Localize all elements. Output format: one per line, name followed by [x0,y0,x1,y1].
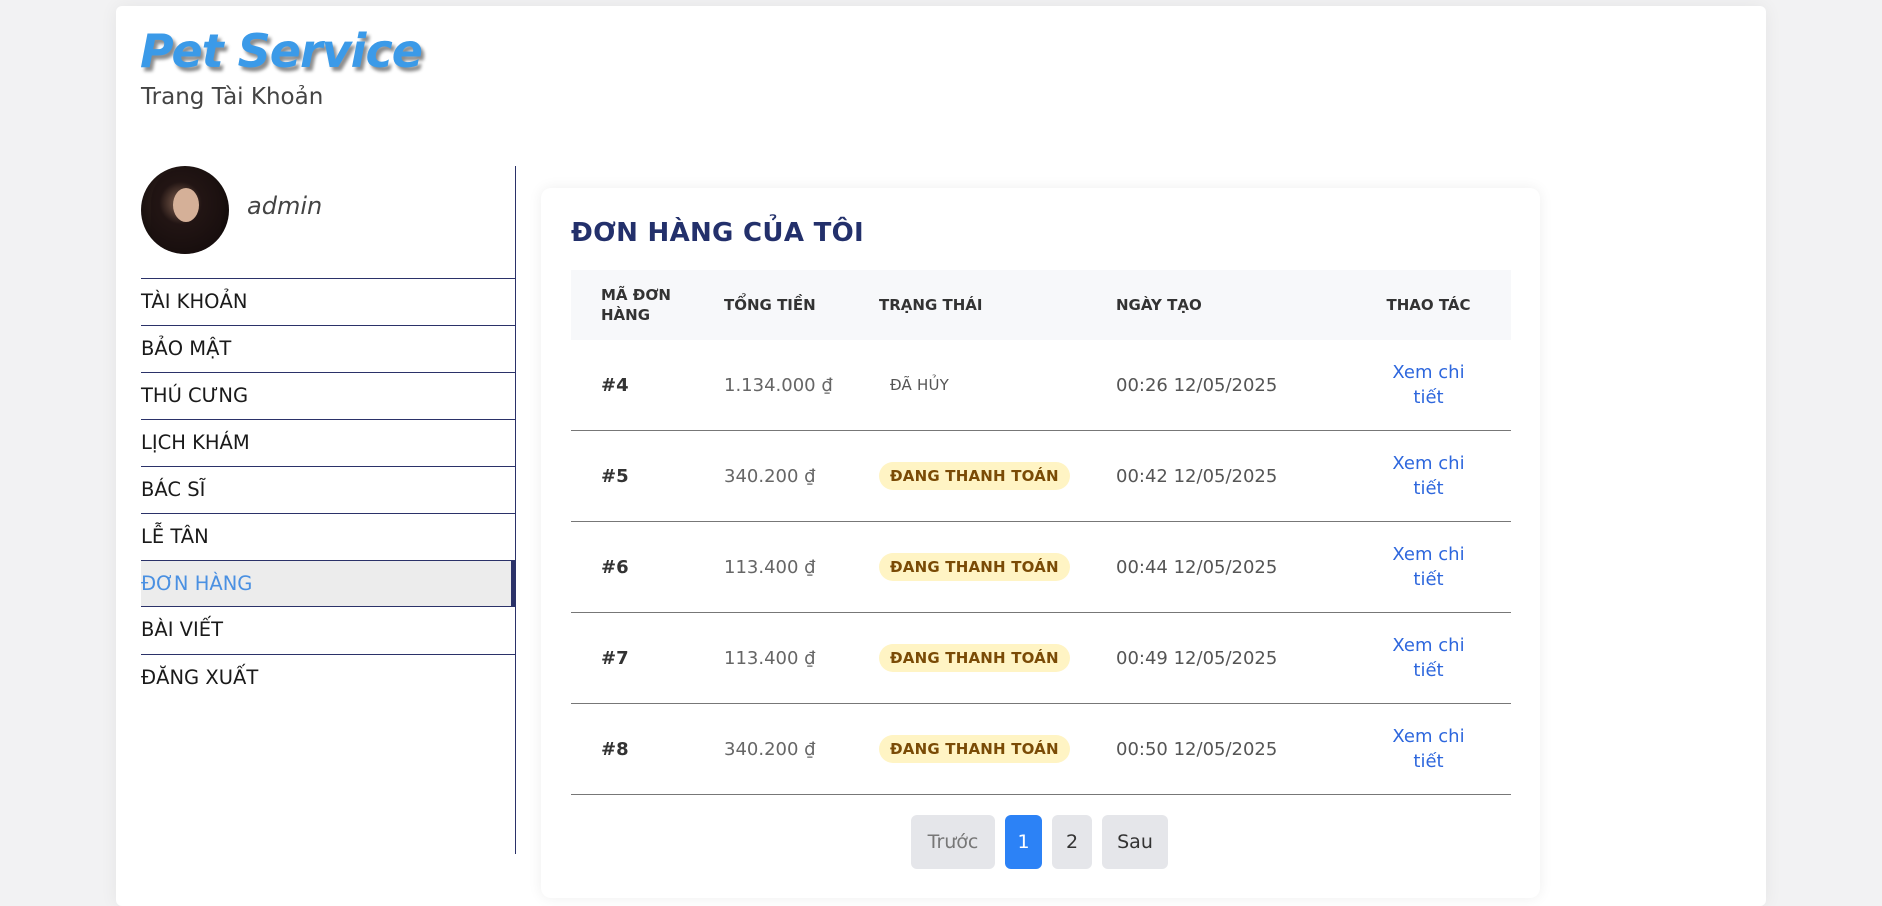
status-badge: ĐÃ HỦY [890,376,950,394]
orders-panel: ĐƠN HÀNG CỦA TÔI MÃ ĐƠN HÀNG TỔNG TIỀN T… [541,188,1540,898]
status-badge: ĐANG THANH TOÁN [879,462,1070,490]
table-row: #8 340.200 ₫ ĐANG THANH TOÁN 00:50 12/05… [571,704,1511,795]
view-detail-link[interactable]: Xem chi tiết [1384,724,1474,774]
page-2-button[interactable]: 2 [1052,815,1092,869]
order-id: #8 [601,738,629,760]
table-row: #5 340.200 ₫ ĐANG THANH TOÁN 00:42 12/05… [571,431,1511,522]
sidebar: admin TÀI KHOẢN BẢO MẬT THÚ CƯNG LỊCH KH… [141,166,516,854]
page-1-button[interactable]: 1 [1005,815,1042,869]
username: admin [247,192,323,220]
sidebar-item-account[interactable]: TÀI KHOẢN [141,278,516,325]
order-id: #7 [601,647,629,669]
order-total: 340.200 ₫ [724,465,816,487]
col-actions: THAO TÁC [1386,296,1471,314]
sidebar-item-logout[interactable]: ĐĂNG XUẤT [141,654,516,701]
order-id: #5 [601,465,629,487]
view-detail-link[interactable]: Xem chi tiết [1384,451,1474,501]
profile: admin [141,166,516,278]
view-detail-link[interactable]: Xem chi tiết [1384,360,1474,410]
orders-table: MÃ ĐƠN HÀNG TỔNG TIỀN TRẠNG THÁI NGÀY TẠ… [571,270,1511,795]
order-total: 113.400 ₫ [724,556,816,578]
page-title: ĐƠN HÀNG CỦA TÔI [571,218,865,248]
sidebar-item-appointments[interactable]: LỊCH KHÁM [141,419,516,466]
sidebar-item-pets[interactable]: THÚ CƯNG [141,372,516,419]
col-order-id: MÃ ĐƠN HÀNG [601,286,671,324]
prev-page-button[interactable]: Trước [911,815,995,869]
order-created: 00:44 12/05/2025 [1116,556,1278,578]
table-row: #4 1.134.000 ₫ ĐÃ HỦY 00:26 12/05/2025 X… [571,340,1511,431]
view-detail-link[interactable]: Xem chi tiết [1384,633,1474,683]
col-created: NGÀY TẠO [1116,296,1202,314]
order-created: 00:50 12/05/2025 [1116,738,1278,760]
col-total: TỔNG TIỀN [724,296,816,314]
table-row: #7 113.400 ₫ ĐANG THANH TOÁN 00:49 12/05… [571,613,1511,704]
table-header: MÃ ĐƠN HÀNG TỔNG TIỀN TRẠNG THÁI NGÀY TẠ… [571,270,1511,340]
sidebar-item-doctors[interactable]: BÁC SĨ [141,466,516,513]
sidebar-item-posts[interactable]: BÀI VIẾT [141,607,516,654]
order-total: 113.400 ₫ [724,647,816,669]
pagination: Trước 1 2 Sau [911,815,1168,869]
next-page-button[interactable]: Sau [1102,815,1168,869]
sidebar-menu: TÀI KHOẢN BẢO MẬT THÚ CƯNG LỊCH KHÁM BÁC… [141,278,516,701]
sidebar-item-reception[interactable]: LỄ TÂN [141,513,516,560]
brand-logo[interactable]: Pet Service [140,24,423,78]
order-created: 00:42 12/05/2025 [1116,465,1278,487]
order-total: 340.200 ₫ [724,738,816,760]
order-created: 00:26 12/05/2025 [1116,374,1278,396]
status-badge: ĐANG THANH TOÁN [879,644,1070,672]
col-status: TRẠNG THÁI [879,296,983,314]
table-row: #6 113.400 ₫ ĐANG THANH TOÁN 00:44 12/05… [571,522,1511,613]
avatar [141,166,229,254]
sidebar-item-orders[interactable]: ĐƠN HÀNG [141,560,516,607]
page-subtitle: Trang Tài Khoản [141,84,324,110]
order-id: #4 [601,374,629,396]
status-badge: ĐANG THANH TOÁN [879,735,1070,763]
sidebar-item-security[interactable]: BẢO MẬT [141,325,516,372]
view-detail-link[interactable]: Xem chi tiết [1384,542,1474,592]
status-badge: ĐANG THANH TOÁN [879,553,1070,581]
order-created: 00:49 12/05/2025 [1116,647,1278,669]
order-total: 1.134.000 ₫ [724,374,833,396]
order-id: #6 [601,556,629,578]
